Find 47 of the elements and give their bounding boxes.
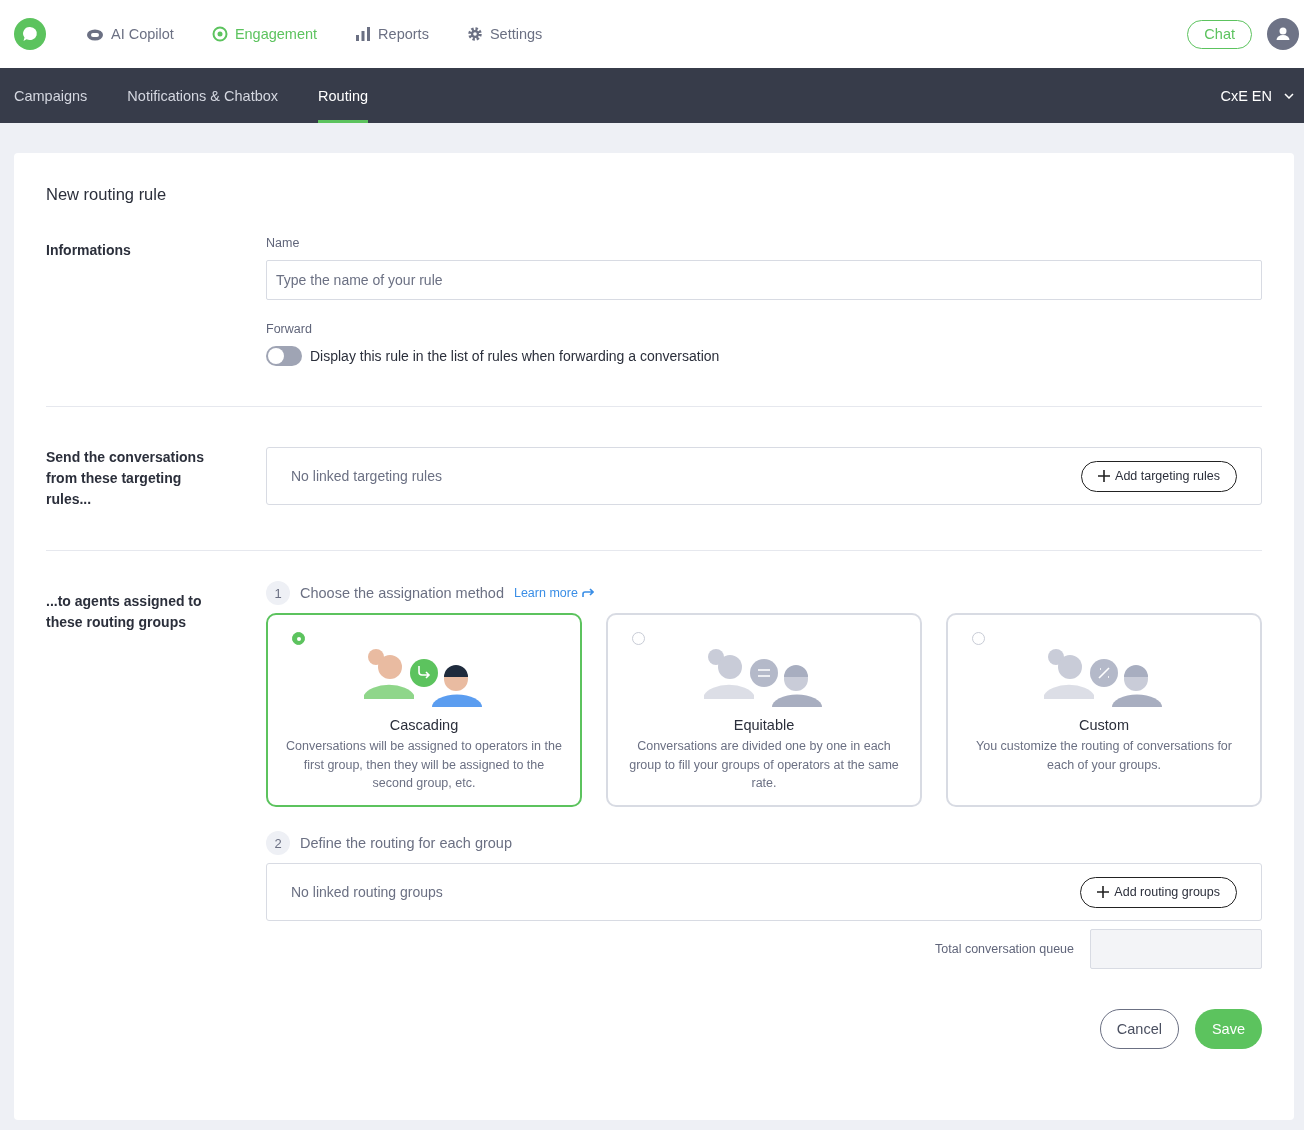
settings-icon <box>466 26 483 42</box>
step-number: 2 <box>266 831 290 855</box>
method-card[interactable]: Cascading Conversations will be assigned to operators in the first group, then they will be assigned to the second group, etc. <box>266 613 582 807</box>
name-input[interactable]: Type the name of your rule <box>266 260 1262 300</box>
nav-link[interactable]: AI Copilot <box>86 26 174 42</box>
queue-label: Total conversation queue <box>935 942 1074 956</box>
method-description: Conversations are divided one by one in each group to fill your groups of operators at the same rate. <box>628 738 900 792</box>
method-card[interactable]: Custom You customize the routing of conversations for each of your groups. <box>946 613 1262 807</box>
field-label: Forward <box>266 322 313 336</box>
sub-nav-tab[interactable]: Notifications & Chatbox <box>127 68 279 123</box>
arrow-icon <box>581 588 594 598</box>
sub-nav-tab[interactable]: Routing <box>318 68 369 123</box>
method-description: Conversations will be assigned to operators in the first group, then they will be assigned to the second group, etc. <box>285 738 563 792</box>
robot-icon <box>86 27 104 41</box>
section-heading: Informations <box>46 241 132 260</box>
form-title: New routing rule <box>46 185 168 204</box>
sub-nav-tab[interactable]: Campaigns <box>14 68 88 123</box>
toggle-label: Display this rule in the list of rules when forwarding a conversation <box>310 348 720 364</box>
nav-link[interactable]: Settings <box>466 26 543 42</box>
method-description: You customize the routing of conversations for each of your groups. <box>975 738 1233 774</box>
target-icon <box>211 26 228 42</box>
radio-button[interactable] <box>292 632 305 645</box>
step-label: Choose the assignation method <box>300 585 504 601</box>
forward-toggle[interactable] <box>266 346 302 366</box>
method-title: Equitable <box>733 717 795 733</box>
plus-icon <box>1098 470 1111 482</box>
logo-icon[interactable] <box>14 18 46 50</box>
add-targeting-button[interactable]: Add targeting rules <box>1081 460 1237 492</box>
method-card[interactable]: Equitable Conversations are divided one by one in each group to fill your groups of operators at the same rate. <box>606 613 922 807</box>
add-routing-groups-button[interactable]: Add routing groups <box>1080 876 1237 908</box>
method-title: Custom <box>1079 717 1129 733</box>
workspace-dropdown[interactable]: CxE EN <box>1220 68 1294 123</box>
field-label: Name <box>266 236 301 250</box>
bar-chart-icon <box>355 26 372 42</box>
empty-text: No linked routing groups <box>291 884 443 900</box>
method-title: Cascading <box>389 717 459 733</box>
learn-more-link[interactable]: Learn more <box>513 586 594 600</box>
plus-icon <box>1097 886 1110 898</box>
section-heading: ...to agents assigned to these routing groups <box>46 592 203 632</box>
chevron-down-icon <box>1284 92 1294 99</box>
nav-link[interactable]: Reports <box>355 26 429 42</box>
step-label: Define the routing for each group <box>300 835 512 851</box>
cancel-button[interactable]: Cancel <box>1099 1009 1179 1049</box>
avatar-icon[interactable] <box>1267 18 1299 50</box>
step-number: 1 <box>266 581 290 605</box>
section-heading: Send the conversations from these targeting rules... <box>46 448 205 509</box>
empty-text: No linked targeting rules <box>291 468 442 484</box>
